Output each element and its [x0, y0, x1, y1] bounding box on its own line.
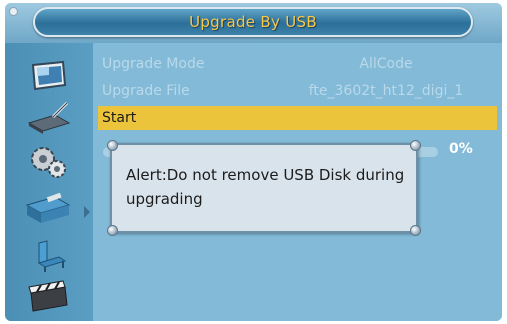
rivet-icon — [107, 225, 118, 236]
tv-menu-screen: Upgrade By USB Upgrade Mode AllCode Upgr… — [5, 3, 502, 321]
upgrade-mode-value[interactable]: AllCode — [276, 52, 496, 76]
rivet-icon — [410, 225, 421, 236]
upgrade-file-label: Upgrade File — [102, 83, 190, 99]
title-bar: Upgrade By USB — [5, 3, 502, 43]
sidebar — [5, 43, 93, 321]
alert-dialog: Alert:Do not remove USB Disk during upgr… — [107, 140, 421, 236]
rivet-icon — [107, 140, 118, 151]
tools-icon[interactable] — [25, 193, 73, 227]
progress-percent: 0% — [449, 141, 473, 157]
upgrade-mode-label: Upgrade Mode — [102, 56, 205, 72]
start-label: Start — [102, 110, 137, 126]
rivet-icon — [410, 140, 421, 151]
page-title: Upgrade By USB — [189, 13, 317, 31]
alert-message: Alert:Do not remove USB Disk during upgr… — [126, 166, 405, 208]
upgrade-file-value[interactable]: fte_3602t_ht12_digi_1 — [276, 79, 496, 103]
title-banner: Upgrade By USB — [33, 7, 473, 37]
chair-icon[interactable] — [25, 239, 73, 273]
start-button[interactable]: Start — [98, 106, 497, 130]
tv-screen-icon[interactable] — [25, 59, 73, 93]
clapperboard-icon[interactable] — [25, 279, 73, 313]
gears-icon[interactable] — [25, 145, 73, 179]
upgrade-mode-row[interactable]: Upgrade Mode AllCode — [98, 52, 497, 76]
upgrade-panel: Upgrade Mode AllCode Upgrade File fte_36… — [93, 43, 502, 321]
selected-arrow-icon — [84, 206, 90, 218]
satellite-dish-icon[interactable] — [25, 101, 73, 135]
corner-rivet-icon — [9, 7, 18, 16]
upgrade-file-row[interactable]: Upgrade File fte_3602t_ht12_digi_1 — [98, 79, 497, 103]
